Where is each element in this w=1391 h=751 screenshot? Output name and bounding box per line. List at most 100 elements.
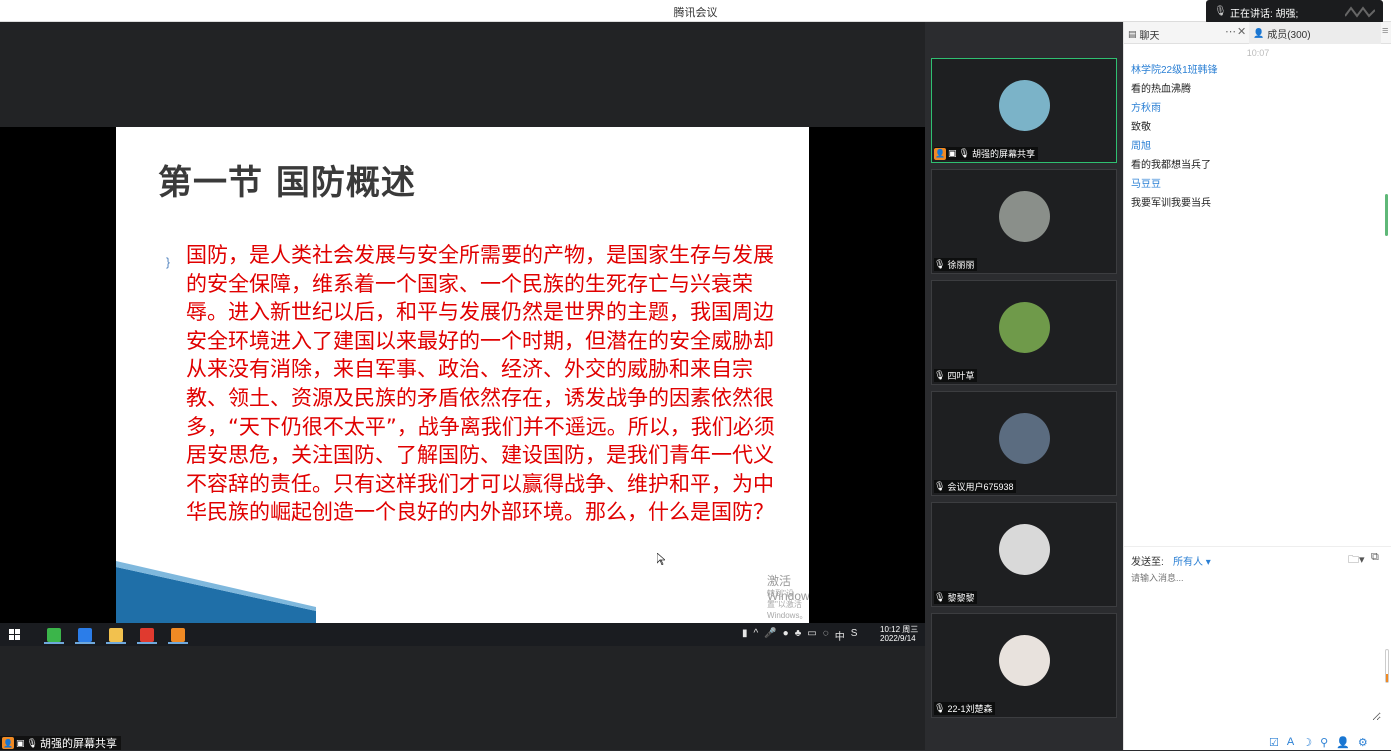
tray-item[interactable]: 🎤 — [764, 628, 776, 643]
text-format-icon[interactable]: A — [1287, 736, 1294, 749]
slide-body-text: 国防，是人类社会发展与安全所需要的产物，是国家生存与发展的安全保障，维系着一个国… — [186, 243, 775, 525]
participant-name-tag: 👤 ▣ 🎙 胡强的屏幕共享 — [934, 147, 1038, 160]
taskbar-photos-app[interactable] — [72, 625, 98, 644]
file-icon[interactable]: 🗀▾ — [1348, 551, 1365, 570]
chat-icon: ▤ — [1128, 29, 1137, 39]
participant-name: 胡强的屏幕共享 — [971, 149, 1035, 159]
mic-icon: 🎙 — [934, 370, 946, 380]
shared-taskbar: ▮ ^ 🎤 ● ♣ ▭ ◌ 中 S 10:12 周三 2022/9/14 — [0, 623, 925, 646]
chat-toolbar: ☑ A ☽ ⚲ 👤 ⚙ — [1269, 736, 1368, 749]
participant-name: 黎黎黎 — [947, 593, 975, 603]
avatar — [999, 413, 1050, 464]
gear-icon[interactable]: ⚙ — [1358, 736, 1368, 749]
avatar — [999, 191, 1050, 242]
slide-title: 第一节 国防概述 — [158, 163, 416, 203]
avatar — [999, 80, 1050, 131]
photos-app-icon — [78, 627, 92, 642]
message-text: 看的我都想当兵了 — [1131, 160, 1211, 171]
chat-panel: ▤ 聊天 ⋯ ✕ 👤 成员(300) ≡ 10:07 林学院22级1班韩锋 看的热… — [1123, 22, 1391, 750]
participant-tile[interactable]: 👤 ▣ 🎙 胡强的屏幕共享 — [931, 58, 1117, 163]
window-title: 腾讯会议 — [673, 7, 718, 19]
more-options-icon[interactable]: ⋯ — [1225, 25, 1236, 38]
wps-app-icon — [140, 627, 154, 642]
taskbar-explorer-app[interactable] — [103, 625, 129, 644]
participant-tile[interactable]: 🎙 黎黎黎 — [931, 502, 1117, 607]
mic-icon: 🎙 — [934, 592, 946, 602]
mic-icon: 🎙 — [958, 148, 970, 158]
presentation-slide: 第一节 国防概述 } 国防，是人类社会发展与安全所需要的产物，是国家生存与发展的… — [116, 127, 809, 623]
audio-wave-icon — [1345, 6, 1375, 18]
slide-decoration — [116, 561, 316, 623]
participant-name: 会议用户675938 — [947, 482, 1014, 492]
taskbar-browser-app[interactable] — [41, 625, 67, 644]
windows-start-icon — [9, 629, 20, 640]
tray-item[interactable]: S — [851, 628, 858, 643]
mic-icon: 🎙 — [934, 481, 946, 491]
participant-video-column: 👤 ▣ 🎙 胡强的屏幕共享 🎙 徐丽丽 🎙 四叶草 🎙 会议用户675938 🎙 黎黎黎 🎙 22-1刘楚… — [925, 22, 1123, 750]
clock-date: 2022/9/14 — [880, 634, 916, 643]
tray-item[interactable]: 中 — [835, 628, 845, 643]
tray-item[interactable]: ♣ — [795, 628, 802, 643]
windows-activation-subtext: 转到"设置"以激活 Windows。 — [767, 589, 808, 620]
message-sender[interactable]: 林学院22级1班韩锋 — [1131, 64, 1381, 83]
menu-icon[interactable]: ≡ — [1382, 25, 1388, 37]
message-text: 致敬 — [1131, 122, 1151, 133]
taskbar-clock: 10:12 周三 2022/9/14 — [880, 625, 918, 643]
chat-compose: 发送至: 所有人 ▾ 🗀▾ ⧉ — [1124, 546, 1391, 750]
share-label-text: 胡强的屏幕共享 — [39, 738, 117, 750]
screenshot-icon[interactable]: ⧉ — [1371, 551, 1379, 564]
emoji-icon[interactable]: ☑ — [1269, 736, 1279, 749]
share-source-label: 👤 ▣ 🎙 胡强的屏幕共享 — [0, 736, 121, 750]
moon-icon[interactable]: ☽ — [1302, 736, 1312, 749]
participant-tile[interactable]: 🎙 22-1刘楚森 — [931, 613, 1117, 718]
message-sender[interactable]: 周旭 — [1131, 140, 1381, 159]
members-icon: 👤 — [1253, 27, 1265, 38]
avatar — [999, 524, 1050, 575]
tray-item[interactable]: ▮ — [742, 628, 748, 643]
chat-message-list: 林学院22级1班韩锋 看的热血沸腾 方秋雨 致敬 周旭 看的我都想当兵了 马豆豆 我要军训我要… — [1131, 64, 1381, 216]
participant-tile[interactable]: 🎙 会议用户675938 — [931, 391, 1117, 496]
participant-name: 22-1刘楚森 — [947, 704, 993, 714]
mouse-cursor-icon — [657, 553, 665, 565]
media-app-icon — [171, 627, 185, 642]
user-icon: 👤 — [2, 737, 14, 749]
participant-name-tag: 🎙 四叶草 — [934, 369, 978, 382]
send-to-label: 发送至: — [1131, 557, 1164, 568]
taskbar-wps-app[interactable] — [134, 625, 160, 644]
screen-icon: ▣ — [16, 737, 25, 748]
tray-item[interactable]: ● — [783, 628, 789, 643]
mic-icon: 🎙 — [934, 259, 946, 269]
taskbar-media-app[interactable] — [165, 625, 191, 644]
tray-item[interactable]: ◌ — [823, 628, 829, 643]
host-icon: 👤 — [934, 147, 946, 160]
send-to-select[interactable]: 所有人 ▾ — [1173, 553, 1211, 568]
explorer-app-icon — [109, 627, 123, 642]
tab-members[interactable]: 👤 成员(300) — [1249, 22, 1381, 44]
mic-icon: 🎙 — [1214, 6, 1227, 17]
chat-timestamp: 10:07 — [1246, 48, 1270, 58]
browser-app-icon — [47, 627, 61, 642]
chat-scrollbar[interactable] — [1385, 194, 1388, 236]
share-icon[interactable]: ⚲ — [1320, 736, 1328, 749]
chat-input[interactable] — [1131, 571, 1381, 721]
participant-name-tag: 🎙 22-1刘楚森 — [934, 702, 996, 715]
message-text: 我要军训我要当兵 — [1131, 198, 1211, 209]
window-titlebar: 腾讯会议 — [0, 0, 1391, 22]
user-icon[interactable]: 👤 — [1336, 736, 1350, 749]
close-icon[interactable]: ✕ — [1237, 25, 1246, 38]
participant-tile[interactable]: 🎙 徐丽丽 — [931, 169, 1117, 274]
participant-name-tag: 🎙 黎黎黎 — [934, 591, 978, 604]
speaking-indicator: 🎙 正在讲话: 胡强; — [1206, 0, 1383, 24]
participant-name: 四叶草 — [947, 371, 975, 381]
participant-name: 徐丽丽 — [947, 260, 975, 270]
screen-icon: ▣ — [948, 148, 957, 158]
participant-name-tag: 🎙 会议用户675938 — [934, 480, 1017, 493]
tray-item[interactable]: ▭ — [807, 628, 816, 643]
slide-bullet: } — [166, 255, 171, 269]
system-tray: ▮ ^ 🎤 ● ♣ ▭ ◌ 中 S — [742, 628, 857, 643]
tab-chat[interactable]: ▤ 聊天 — [1128, 27, 1160, 42]
message-sender[interactable]: 马豆豆 — [1131, 178, 1381, 197]
participant-tile[interactable]: 🎙 四叶草 — [931, 280, 1117, 385]
message-sender[interactable]: 方秋雨 — [1131, 102, 1381, 121]
tray-item[interactable]: ^ — [754, 628, 759, 643]
